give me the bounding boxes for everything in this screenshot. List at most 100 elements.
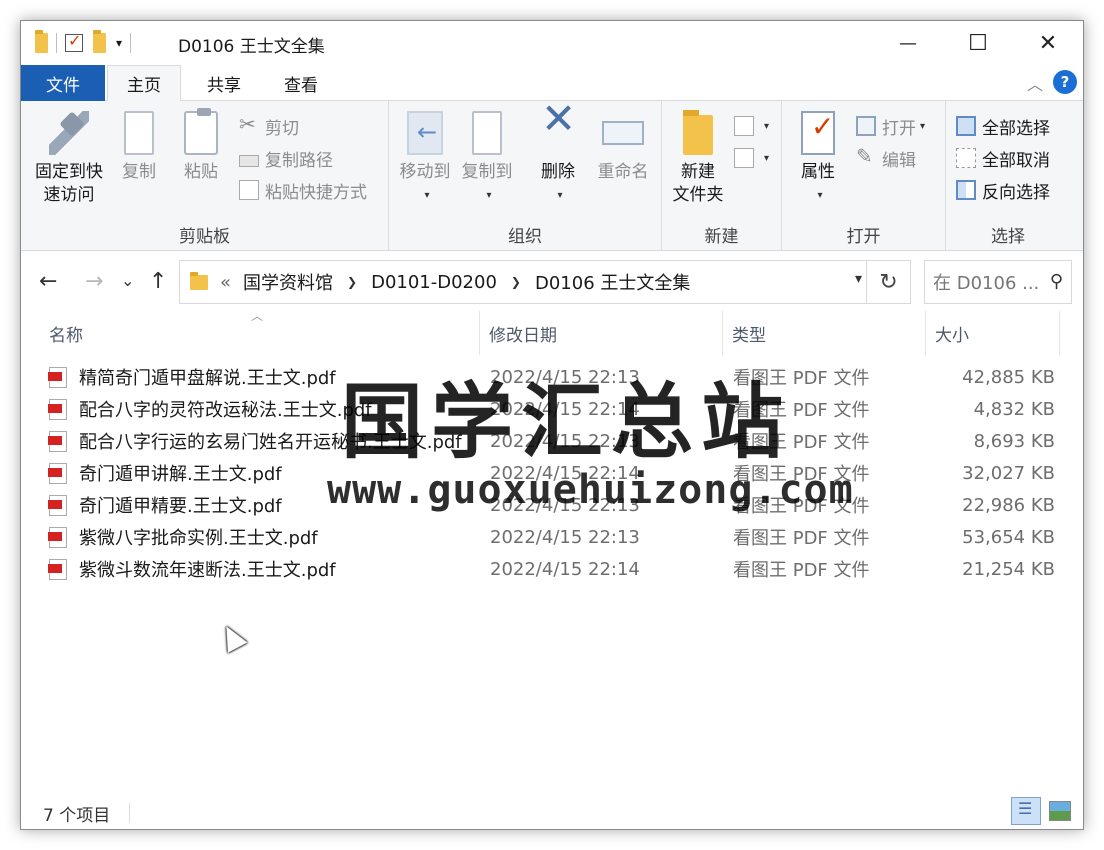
breadcrumb-chevron-icon[interactable]: ❯	[347, 275, 357, 289]
open-group-label: 打开	[846, 227, 881, 247]
cut-button[interactable]: 剪切	[239, 112, 299, 139]
customize-quick-access-icon[interactable]: ▾	[116, 36, 122, 50]
close-button[interactable]: ✕	[1013, 21, 1083, 65]
paste-shortcut-button[interactable]: 粘贴快捷方式	[239, 177, 367, 203]
breadcrumb-item[interactable]: D0106 王士文全集	[535, 269, 690, 295]
column-separator[interactable]	[925, 311, 926, 355]
file-size: 21,254 KB	[962, 558, 1055, 580]
address-folder-icon	[190, 271, 208, 290]
select-none-icon	[956, 148, 976, 168]
search-placeholder: 在 D0106 ...	[933, 273, 1040, 294]
new-folder-quick-icon[interactable]	[93, 30, 106, 53]
tab-file[interactable]: 文件	[21, 65, 105, 101]
paste-shortcut-icon	[239, 180, 259, 200]
column-header-type[interactable]: 类型	[726, 317, 924, 349]
column-header-date[interactable]: 修改日期	[483, 317, 721, 349]
collapse-ribbon-icon[interactable]: ︿	[1027, 71, 1043, 95]
move-to-button[interactable]: 移动到 ▾	[395, 111, 455, 207]
open-button[interactable]: 打开 ▾	[856, 113, 925, 139]
large-icons-view-icon[interactable]	[1049, 801, 1071, 821]
edit-button[interactable]: 编辑	[856, 144, 916, 171]
select-all-icon	[956, 116, 976, 136]
search-icon[interactable]: ⚲	[1050, 271, 1063, 292]
delete-dropdown-icon: ▾	[557, 190, 563, 201]
item-count: 7 个项目	[43, 806, 111, 826]
scissors-icon	[239, 112, 259, 136]
open-icon	[856, 116, 876, 136]
forward-icon[interactable]: →	[85, 269, 103, 294]
properties-button[interactable]: 属性 ▾	[794, 111, 842, 207]
title-bar: ▾ D0106 王士文全集 — ☐ ✕	[21, 21, 1083, 65]
tab-view[interactable]: 查看	[266, 65, 336, 101]
up-icon[interactable]: ↑	[149, 269, 167, 294]
file-name: 紫微斗数流年速断法.王士文.pdf	[79, 560, 336, 581]
new-folder-button[interactable]: 新建 文件夹	[666, 110, 730, 207]
back-icon[interactable]: ←	[39, 269, 57, 294]
new-item-button[interactable]: ▾	[734, 113, 769, 139]
explorer-window: ▾ D0106 王士文全集 — ☐ ✕ 文件 主页 共享 查看 ︿ ? 固定到快…	[20, 20, 1084, 830]
address-dropdown-icon[interactable]: ▾	[855, 271, 862, 287]
copy-path-label: 复制路径	[265, 150, 333, 171]
open-group: 属性 ▾ 打开 ▾ 编辑 打开	[782, 101, 946, 251]
tab-home[interactable]: 主页	[107, 65, 181, 102]
paste-button[interactable]: 粘贴	[179, 108, 223, 184]
recent-locations-icon[interactable]: ⌄	[121, 271, 134, 290]
folder-icon	[35, 30, 48, 53]
breadcrumb-item[interactable]: 国学资料馆	[243, 269, 333, 295]
rename-button[interactable]: 重命名	[591, 111, 655, 184]
file-row[interactable]: 紫微八字批命实例.王士文.pdf 2022/4/15 22:13 看图王 PDF…	[45, 521, 1055, 553]
select-none-button[interactable]: 全部取消	[956, 145, 1050, 171]
copy-to-button[interactable]: 复制到 ▾	[457, 105, 517, 207]
navigation-bar: ← → ⌄ ↑ « 国学资料馆 ❯ D0101-D0200 ❯ D0106 王士…	[21, 257, 1083, 307]
minimize-button[interactable]: —	[873, 21, 943, 65]
easy-access-button[interactable]: ▾	[734, 145, 769, 171]
open-label: 打开	[882, 118, 916, 139]
window-title: D0106 王士文全集	[178, 37, 325, 57]
new-folder-label-line1: 新建	[681, 162, 715, 182]
properties-icon	[801, 111, 835, 155]
organize-group: 移动到 ▾ 复制到 ▾ 删除 ▾ 重命名 组织	[389, 101, 662, 251]
address-overflow[interactable]: «	[220, 272, 231, 293]
new-item-dropdown-icon: ▾	[764, 120, 770, 132]
maximize-button[interactable]: ☐	[943, 21, 1013, 65]
pdf-file-icon	[48, 431, 67, 452]
rename-label: 重命名	[597, 162, 649, 182]
copy-to-dropdown-icon: ▾	[486, 190, 492, 201]
column-header-size[interactable]: 大小	[929, 317, 1059, 349]
column-separator[interactable]	[479, 311, 480, 355]
paste-label: 粘贴	[184, 162, 218, 182]
properties-quick-icon[interactable]	[65, 31, 83, 52]
file-size: 53,654 KB	[962, 526, 1055, 548]
refresh-icon[interactable]: ↻	[866, 261, 910, 303]
invert-selection-button[interactable]: 反向选择	[956, 177, 1050, 203]
column-separator[interactable]	[1059, 311, 1060, 355]
address-bar[interactable]: « 国学资料馆 ❯ D0101-D0200 ❯ D0106 王士文全集 ▾ ↻	[179, 260, 911, 304]
details-view-icon[interactable]	[1011, 797, 1041, 825]
file-type: 看图王 PDF 文件	[733, 528, 870, 549]
breadcrumb-item[interactable]: D0101-D0200	[371, 272, 497, 293]
help-icon[interactable]: ?	[1053, 70, 1077, 94]
copy-button[interactable]: 复制	[117, 105, 168, 184]
pdf-file-icon	[48, 463, 67, 484]
search-box[interactable]: 在 D0106 ... ⚲	[924, 260, 1072, 304]
status-separator	[129, 803, 130, 823]
organize-group-label: 组织	[508, 227, 542, 247]
file-name: 奇门遁甲讲解.王士文.pdf	[79, 464, 282, 485]
delete-button[interactable]: 删除 ▾	[535, 107, 581, 207]
select-all-button[interactable]: 全部选择	[956, 113, 1050, 139]
column-header-name[interactable]: 名称	[43, 317, 479, 349]
pin-quick-access-button[interactable]: 固定到快 速访问	[31, 111, 107, 207]
invert-selection-icon	[956, 180, 976, 200]
breadcrumb-chevron-icon[interactable]: ❯	[511, 275, 521, 289]
column-separator[interactable]	[722, 311, 723, 355]
pin-icon	[49, 111, 89, 155]
mouse-cursor-icon	[216, 621, 248, 653]
select-none-label: 全部取消	[982, 150, 1050, 171]
select-group: 全部选择 全部取消 反向选择 选择	[946, 101, 1070, 251]
tab-share[interactable]: 共享	[189, 65, 259, 101]
copy-path-button[interactable]: 复制路径	[239, 145, 333, 171]
pdf-file-icon	[48, 399, 67, 420]
file-row[interactable]: 紫微斗数流年速断法.王士文.pdf 2022/4/15 22:14 看图王 PD…	[45, 553, 1055, 585]
copy-to-icon	[472, 105, 516, 155]
select-all-label: 全部选择	[982, 118, 1050, 139]
